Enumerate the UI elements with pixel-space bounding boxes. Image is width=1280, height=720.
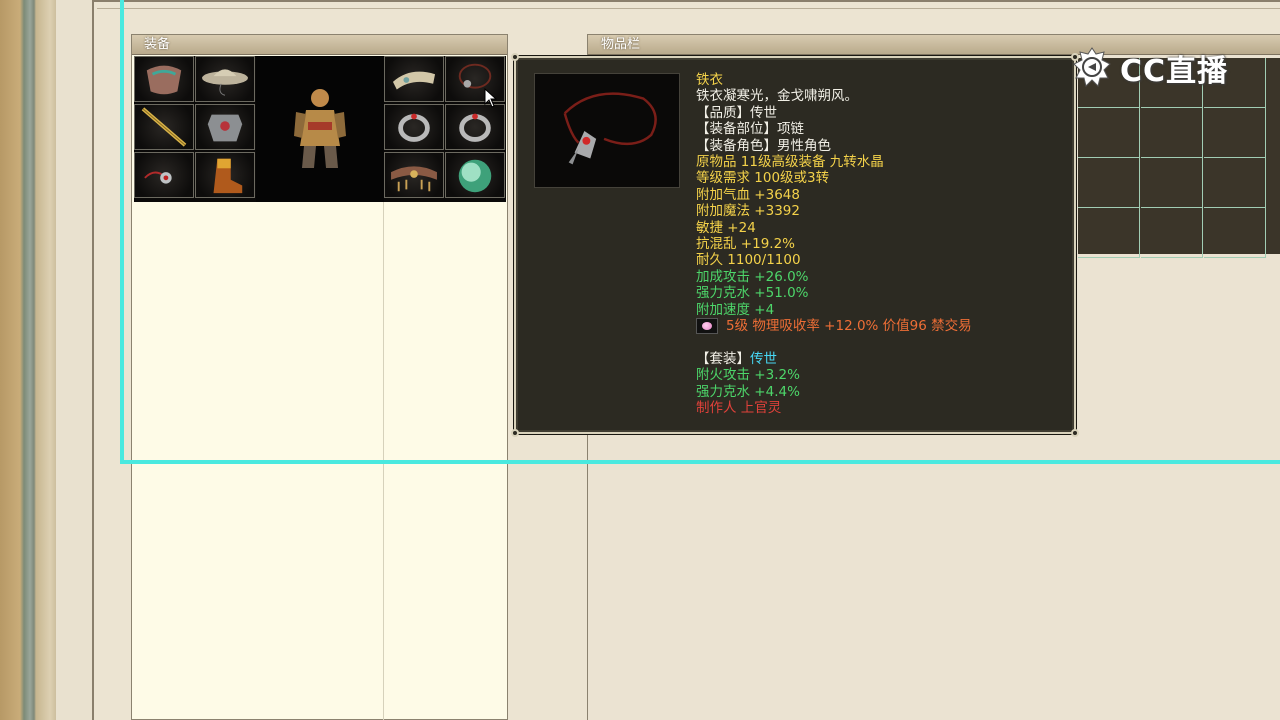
left-scroll-border — [0, 0, 56, 720]
belt-icon — [391, 166, 437, 192]
item-maker: 制作人 上官灵 — [696, 400, 782, 417]
chestplate-icon — [207, 114, 243, 142]
item-level-req: 等级需求 100级或3转 — [696, 170, 830, 187]
slot-hat[interactable] — [195, 56, 255, 102]
selection-line-horizontal — [120, 460, 1280, 464]
character-portrait — [256, 56, 384, 202]
ring-icon — [398, 113, 430, 142]
logo-text: CC直播 — [1120, 54, 1229, 89]
stat-durability: 耐久 1100/1100 — [696, 252, 801, 269]
necklace-icon — [563, 92, 657, 165]
inventory-cell[interactable] — [1141, 158, 1203, 208]
slot-bracer[interactable] — [384, 56, 444, 102]
tooltip-corner — [1071, 429, 1079, 437]
jade-orb-icon — [458, 159, 492, 193]
item-image — [534, 73, 680, 188]
item-quality: 【品质】传世 — [696, 104, 777, 121]
selection-line-vertical — [120, 0, 124, 464]
inventory-cell[interactable] — [1078, 108, 1140, 158]
stat-bonus-speed: 附加速度 +4 — [696, 301, 775, 318]
equipment-grid — [134, 56, 506, 202]
bracer-icon — [392, 71, 436, 90]
stat-agility: 敏捷 +24 — [696, 219, 756, 236]
tooltip-corner — [511, 429, 519, 437]
item-slot: 【装备部位】项链 — [696, 121, 804, 138]
mouse-cursor-icon — [484, 88, 498, 108]
set-label: 【套装】 — [696, 350, 750, 367]
inventory-cell[interactable] — [1078, 208, 1140, 258]
gem-row: 5级 物理吸收率 +12.0% 价值96 禁交易 — [696, 318, 1066, 335]
item-role: 【装备角色】男性角色 — [696, 137, 831, 154]
character-figure-icon — [294, 89, 346, 168]
slot-belt[interactable] — [384, 152, 444, 198]
set-strong-water: 强力克水 +4.4% — [696, 383, 800, 400]
frame-line — [97, 8, 1280, 9]
inventory-cell[interactable] — [1141, 208, 1203, 258]
pink-gem-icon — [696, 318, 718, 335]
item-origin: 原物品 11级高级装备 九转水晶 — [696, 154, 884, 171]
set-fire-attack: 附火攻击 +3.2% — [696, 367, 800, 384]
set-name: 传世 — [750, 350, 777, 367]
inventory-cell[interactable] — [1204, 158, 1266, 208]
staff-icon — [141, 107, 187, 147]
slot-amulet[interactable] — [134, 152, 194, 198]
gem-line: 5级 物理吸收率 +12.0% 价值96 禁交易 — [726, 318, 972, 335]
slot-ring-left[interactable] — [384, 104, 444, 150]
cc-logo-icon — [1073, 47, 1111, 87]
equipment-panel-title: 装备 — [132, 35, 507, 55]
inventory-cell[interactable] — [1078, 158, 1140, 208]
ring-icon — [459, 113, 491, 142]
stat-hp: 附加气血 +3648 — [696, 186, 800, 203]
set-row: 【套装】传世 — [696, 351, 1066, 367]
stat-strong-water: 强力克水 +51.0% — [696, 285, 809, 302]
stat-anti-chaos: 抗混乱 +19.2% — [696, 236, 795, 253]
inventory-cell[interactable] — [1204, 208, 1266, 258]
boots-icon — [213, 158, 243, 194]
stat-bonus-attack: 加成攻击 +26.0% — [696, 268, 809, 285]
tooltip-corner — [511, 53, 519, 61]
slot-armor-top-left[interactable] — [134, 56, 194, 102]
stat-mp: 附加魔法 +3392 — [696, 203, 800, 220]
armor-icon — [146, 65, 182, 95]
equipment-panel: 装备 — [131, 34, 508, 720]
slot-ring-right[interactable] — [445, 104, 505, 150]
amulet-icon — [144, 171, 172, 184]
item-name: 铁衣 — [696, 72, 723, 88]
tooltip-text: 铁衣 铁衣凝寒光，金戈啸朔风。 【品质】传世 【装备部位】项链 【装备角色】男性… — [696, 72, 1066, 417]
item-description: 铁衣凝寒光，金戈啸朔风。 — [696, 88, 858, 105]
inventory-cell[interactable] — [1204, 108, 1266, 158]
hat-icon — [202, 69, 248, 96]
slot-boots[interactable] — [195, 152, 255, 198]
cc-live-logo: CC直播 — [1070, 42, 1246, 94]
slot-weapon[interactable] — [134, 104, 194, 150]
inventory-cell[interactable] — [1141, 108, 1203, 158]
slot-jade[interactable] — [445, 152, 505, 198]
item-tooltip: 铁衣 铁衣凝寒光，金戈啸朔风。 【品质】传世 【装备部位】项链 【装备角色】男性… — [511, 53, 1079, 437]
slot-chest[interactable] — [195, 104, 255, 150]
